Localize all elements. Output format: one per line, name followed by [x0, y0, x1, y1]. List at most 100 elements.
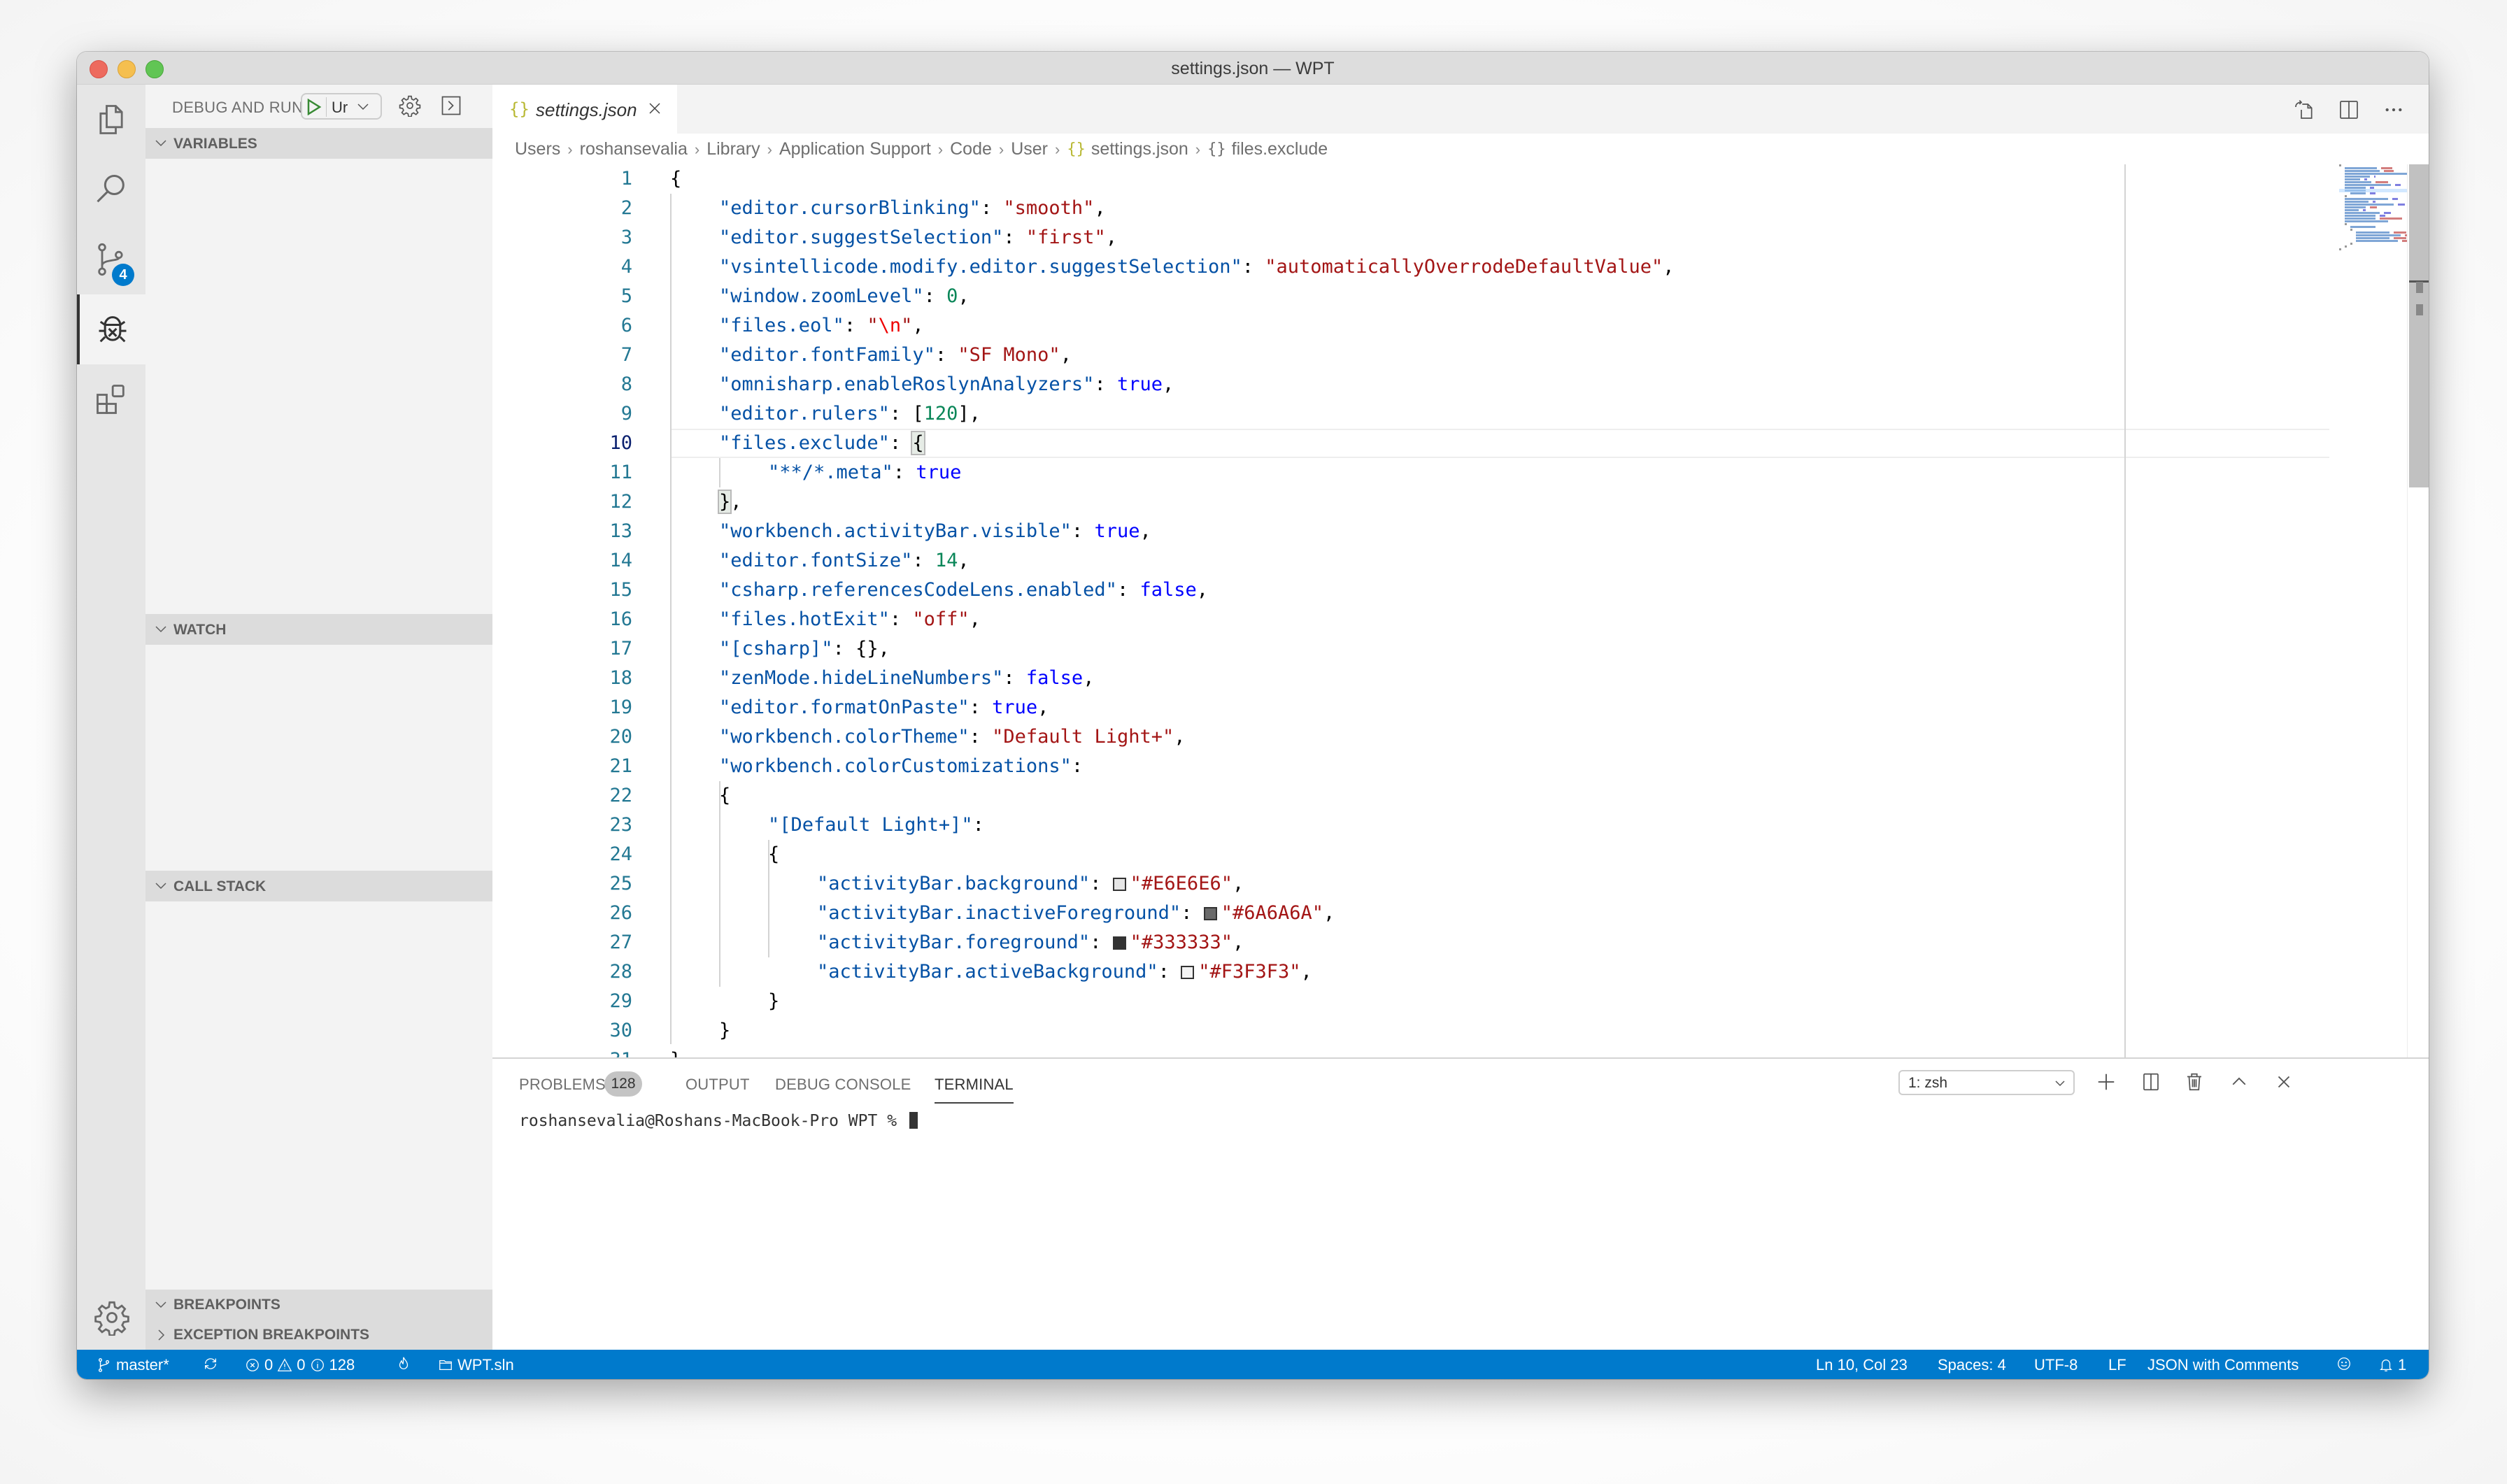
status-branch[interactable]: master*	[97, 1356, 169, 1374]
json-key: "editor.cursorBlinking"	[719, 197, 981, 219]
status-indentation[interactable]: Spaces: 4	[1938, 1356, 2006, 1374]
line-number: 7	[620, 344, 632, 366]
color-swatch[interactable]	[1181, 966, 1195, 979]
maximize-panel-chevron-up-icon[interactable]	[2229, 1071, 2250, 1092]
start-debugging-play-icon[interactable]	[306, 99, 322, 115]
cursor-position-text: Ln 10, Col 23	[1816, 1356, 1908, 1374]
code-line: {	[768, 840, 779, 869]
punctuation: ,	[1323, 902, 1335, 924]
punctuation: ,	[1060, 344, 1072, 366]
minimap-token	[2394, 231, 2406, 234]
minimap-token	[2370, 192, 2375, 194]
brace: }	[719, 1020, 731, 1041]
split-editor-icon[interactable]	[2338, 99, 2360, 121]
scrollbar-thumb[interactable]	[2409, 164, 2429, 487]
minimap-token	[2374, 176, 2375, 178]
terminal-prompt: roshansevalia@Roshans-MacBook-Pro WPT %	[519, 1112, 907, 1130]
json-value: true	[916, 462, 962, 483]
tab-settings-json[interactable]: {} settings.json	[492, 85, 677, 134]
activity-source-control[interactable]: 4	[77, 224, 145, 294]
panel-tab-debug-console[interactable]: DEBUG CONSOLE	[775, 1076, 911, 1094]
breadcrumb-item[interactable]: Library	[706, 139, 760, 159]
code-editor[interactable]: 1 2 3 4 5 6 7 8 9 10 11 12 13 14 15 16 17 18 19 20 21 22 23 24 2…	[492, 164, 2429, 1057]
minimap-token	[2345, 209, 2359, 211]
panel-tab-terminal[interactable]: TERMINAL	[935, 1076, 1014, 1104]
terminal-cursor	[909, 1112, 918, 1129]
color-swatch[interactable]	[1112, 936, 1126, 950]
source-control-badge: 4	[112, 264, 134, 286]
code-line: "files.eol": "\n",	[719, 311, 924, 341]
brace: {	[768, 843, 780, 865]
code-line: "activityBar.background": "#E6E6E6",	[817, 869, 1244, 899]
variables-section-header[interactable]: VARIABLES	[145, 128, 492, 159]
chevron-right-icon: ›	[567, 140, 573, 158]
minimap-token	[2356, 231, 2389, 234]
run-config-select[interactable]: Ur	[332, 99, 348, 117]
status-flame[interactable]	[396, 1356, 416, 1371]
debug-console-icon[interactable]	[441, 95, 462, 116]
punctuation: ,	[958, 550, 970, 571]
status-problems[interactable]: 0 0 128	[245, 1356, 355, 1374]
breadcrumb-item[interactable]: Application Support	[779, 139, 931, 159]
code-line: "files.hotExit": "off",	[719, 605, 981, 634]
vertical-scrollbar[interactable]	[2407, 164, 2429, 1057]
kill-terminal-trash-icon[interactable]	[2184, 1071, 2205, 1092]
close-panel-icon[interactable]	[2273, 1071, 2294, 1092]
color-swatch[interactable]	[1203, 907, 1217, 920]
breakpoints-section-header[interactable]: BREAKPOINTS	[145, 1290, 492, 1320]
run-config-group: Ur	[301, 93, 382, 120]
terminal-output[interactable]: roshansevalia@Roshans-MacBook-Pro WPT %	[519, 1112, 918, 1130]
json-key: "activityBar.activeBackground"	[817, 961, 1158, 983]
status-eol[interactable]: LF	[2108, 1356, 2126, 1374]
punctuation: :	[912, 550, 935, 571]
status-encoding[interactable]: UTF-8	[2034, 1356, 2078, 1374]
breadcrumb-item[interactable]: roshansevalia	[580, 139, 688, 159]
status-feedback[interactable]	[2336, 1356, 2356, 1371]
status-sync[interactable]	[203, 1356, 222, 1371]
breadcrumb-item[interactable]: User	[1011, 139, 1048, 159]
breadcrumb-item[interactable]: Code	[950, 139, 992, 159]
breadcrumb-item[interactable]: files.exclude	[1232, 139, 1328, 159]
panel-tab-output[interactable]: OUTPUT	[686, 1076, 750, 1094]
breadcrumb-item[interactable]: settings.json	[1091, 139, 1188, 159]
activity-search[interactable]	[77, 155, 145, 224]
exception-breakpoints-section-label: EXCEPTION BREAKPOINTS	[173, 1327, 370, 1343]
split-terminal-icon[interactable]	[2140, 1071, 2161, 1092]
open-settings-ui-icon[interactable]	[2293, 99, 2315, 121]
json-value: "first"	[1025, 227, 1106, 248]
activity-extensions[interactable]	[77, 364, 145, 434]
new-terminal-plus-icon[interactable]	[2096, 1071, 2117, 1092]
status-cursor-position[interactable]: Ln 10, Col 23	[1816, 1356, 1908, 1374]
status-language[interactable]: JSON with Comments	[2147, 1356, 2299, 1374]
close-tab-icon[interactable]	[646, 100, 663, 117]
minimap-token	[2345, 176, 2370, 178]
status-notifications[interactable]: 1	[2378, 1356, 2406, 1374]
chevron-down-icon[interactable]	[355, 99, 371, 114]
terminal-selector[interactable]: 1: zsh	[1898, 1070, 2075, 1095]
line-number: 31	[492, 1046, 632, 1057]
punctuation: :	[832, 638, 856, 659]
open-launch-json-gear-icon[interactable]	[399, 94, 421, 117]
activity-explorer[interactable]	[77, 85, 145, 155]
exception-breakpoints-section-header[interactable]: EXCEPTION BREAKPOINTS	[145, 1320, 492, 1350]
call-stack-section-header[interactable]: CALL STACK	[145, 871, 492, 901]
panel-tab-problems[interactable]: PROBLEMS	[519, 1076, 606, 1094]
chevron-right-icon: ›	[937, 140, 944, 158]
activity-debug[interactable]	[77, 294, 145, 364]
status-solution[interactable]: WPT.sln	[438, 1356, 514, 1374]
line-number: 11	[609, 462, 632, 483]
color-swatch[interactable]	[1112, 878, 1126, 891]
punctuation: ,	[958, 285, 970, 307]
line-number: 25	[609, 873, 632, 894]
folder-icon	[439, 1360, 452, 1371]
watch-section-header[interactable]: WATCH	[145, 614, 492, 645]
punctuation: :	[889, 432, 913, 454]
brace: }	[670, 1049, 681, 1057]
json-key: "zenMode.hideLineNumbers"	[719, 667, 1004, 689]
window-title: settings.json — WPT	[1171, 59, 1335, 78]
manage-gear-icon[interactable]	[94, 1299, 130, 1336]
punctuation: ],	[958, 403, 981, 424]
code-line: "editor.fontFamily": "SF Mono",	[719, 341, 1072, 370]
more-actions-icon[interactable]	[2382, 99, 2405, 121]
breadcrumb-item[interactable]: Users	[515, 139, 560, 159]
